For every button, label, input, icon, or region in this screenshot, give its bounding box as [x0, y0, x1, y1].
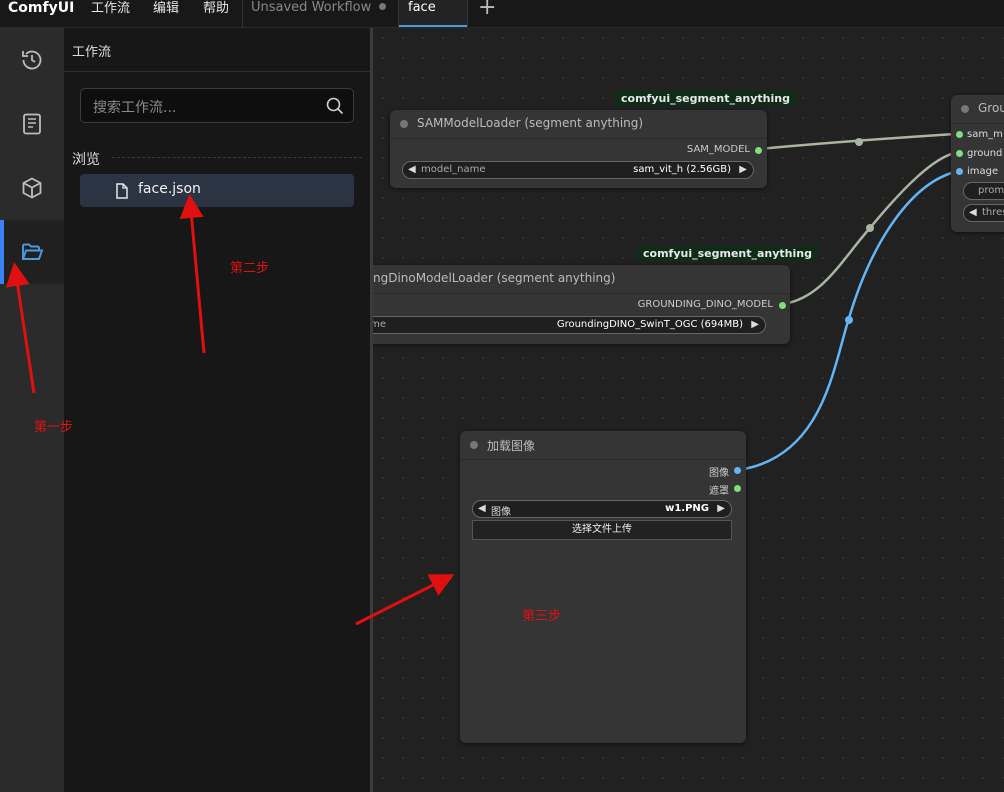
collapse-dot-icon[interactable] — [961, 105, 969, 113]
file-name: face.json — [138, 181, 201, 197]
node-title-bar[interactable]: Grou — [951, 95, 1004, 124]
widget-label: prom — [978, 185, 1004, 196]
link-midpoint — [845, 316, 853, 324]
node-title: Grou — [978, 101, 1004, 115]
file-icon — [116, 183, 128, 199]
widget-label: thres — [982, 207, 1004, 218]
active-tab-indicator — [399, 25, 467, 27]
input-port-sam-model[interactable] — [956, 131, 963, 138]
search-input[interactable]: 搜索工作流... — [80, 88, 354, 123]
sidebar-icon-bar — [0, 28, 64, 792]
input-label: ground — [967, 148, 1003, 159]
history-button[interactable] — [0, 28, 64, 92]
history-icon — [22, 50, 42, 70]
output-label: GROUNDING_DINO_MODEL — [637, 299, 773, 310]
step3-label: 第三步 — [522, 609, 562, 624]
menu-help[interactable]: 帮助 — [203, 0, 229, 17]
node-sam-model-loader[interactable]: SAMModelLoader (segment anything) SAM_MO… — [390, 110, 767, 188]
collapse-dot-icon[interactable] — [400, 120, 408, 128]
image-combo[interactable]: ◀ 图像 w1.PNG ▶ — [472, 500, 732, 518]
book-icon — [23, 113, 41, 135]
arrow-left-icon[interactable]: ◀ — [969, 205, 977, 221]
active-indicator — [0, 220, 4, 284]
widget-label: ame — [373, 319, 387, 330]
node-title-bar[interactable]: SAMModelLoader (segment anything) — [390, 110, 767, 139]
node-title: 加载图像 — [487, 439, 536, 453]
browse-section-label: 浏览 — [72, 152, 100, 168]
node-load-image[interactable]: 加载图像 图像 遮罩 ◀ 图像 w1.PNG ▶ 选择文件上传 — [460, 431, 746, 743]
model-library-button[interactable] — [0, 156, 64, 220]
input-label: sam_m — [967, 129, 1003, 140]
output-label: 遮罩 — [709, 486, 729, 497]
divider — [112, 157, 362, 158]
search-placeholder: 搜索工作流... — [93, 100, 177, 116]
cube-icon — [22, 177, 42, 199]
menu-edit[interactable]: 编辑 — [153, 0, 179, 17]
model-name-combo[interactable]: ame GroundingDINO_SwinT_OGC (694MB) ▶ — [373, 316, 766, 334]
link-midpoint — [855, 138, 863, 146]
arrow-left-icon[interactable]: ◀ — [408, 162, 416, 178]
threshold-widget[interactable]: ◀ thres — [963, 204, 1004, 222]
node-title: SAMModelLoader (segment anything) — [417, 116, 644, 130]
widget-label: 图像 — [491, 507, 511, 518]
input-port-image[interactable] — [956, 168, 963, 175]
workflows-button[interactable] — [0, 220, 64, 284]
divider — [64, 71, 371, 72]
widget-value: w1.PNG — [665, 503, 709, 514]
tab-label: Unsaved Workflow — [251, 0, 372, 15]
arrow-left-icon[interactable]: ◀ — [478, 501, 486, 517]
arrow-right-icon[interactable]: ▶ — [717, 501, 725, 517]
top-menu-bar: ComfyUI 工作流 编辑 帮助 Unsaved Workflow face … — [0, 0, 1004, 28]
panel-title: 工作流 — [72, 45, 112, 60]
node-title-bar[interactable]: ngDinoModelLoader (segment anything) — [373, 265, 790, 294]
output-port-sam-model[interactable] — [755, 147, 762, 154]
workflows-panel: 工作流 搜索工作流... 浏览 face.json — [64, 28, 371, 792]
tab-face[interactable]: face — [398, 0, 468, 27]
arrow-right-icon[interactable]: ▶ — [739, 162, 747, 178]
tab-label: face — [408, 0, 436, 15]
app-logo[interactable]: ComfyUI — [8, 0, 74, 16]
library-button[interactable] — [0, 92, 64, 156]
folder-open-icon — [21, 243, 44, 260]
unsaved-dot-icon[interactable] — [379, 3, 386, 10]
menu-workflow[interactable]: 工作流 — [91, 0, 130, 17]
collapse-dot-icon[interactable] — [470, 441, 478, 449]
arrow-right-icon[interactable]: ▶ — [751, 317, 759, 333]
new-tab-plus-icon[interactable]: + — [478, 0, 496, 19]
input-label: image — [967, 166, 999, 177]
prompt-widget[interactable]: prom — [963, 182, 1004, 200]
graph-canvas[interactable]: comfyui_segment_anything SAMModelLoader … — [373, 28, 1004, 792]
output-label: 图像 — [709, 468, 729, 479]
search-icon[interactable] — [326, 97, 344, 115]
file-item-face-json[interactable]: face.json — [80, 174, 354, 207]
output-port-image[interactable] — [734, 467, 741, 474]
output-port-mask[interactable] — [734, 485, 741, 492]
link-midpoint — [866, 224, 874, 232]
node-grounding-dino-loader[interactable]: ngDinoModelLoader (segment anything) GRO… — [373, 265, 790, 344]
widget-value: sam_vit_h (2.56GB) — [633, 164, 731, 175]
node-grounding-sam[interactable]: Grou sam_m ground image prom ◀ thres — [951, 95, 1004, 232]
input-port-grounding-model[interactable] — [956, 150, 963, 157]
output-port-grounding-dino-model[interactable] — [779, 302, 786, 309]
output-label: SAM_MODEL — [686, 144, 750, 155]
model-name-combo[interactable]: ◀ model_name sam_vit_h (2.56GB) ▶ — [402, 161, 754, 179]
widget-label: model_name — [421, 164, 486, 175]
step2-label: 第二步 — [230, 261, 270, 276]
node-title: ngDinoModelLoader (segment anything) — [373, 271, 616, 285]
node-title-bar[interactable]: 加载图像 — [460, 431, 746, 460]
node-badge: comfyui_segment_anything — [615, 91, 796, 106]
upload-file-button[interactable]: 选择文件上传 — [472, 520, 732, 540]
widget-value: GroundingDINO_SwinT_OGC (694MB) — [556, 319, 743, 330]
tab-unsaved-workflow[interactable]: Unsaved Workflow — [242, 0, 397, 27]
node-badge: comfyui_segment_anything — [637, 246, 818, 261]
step1-label: 第一步 — [34, 420, 74, 435]
